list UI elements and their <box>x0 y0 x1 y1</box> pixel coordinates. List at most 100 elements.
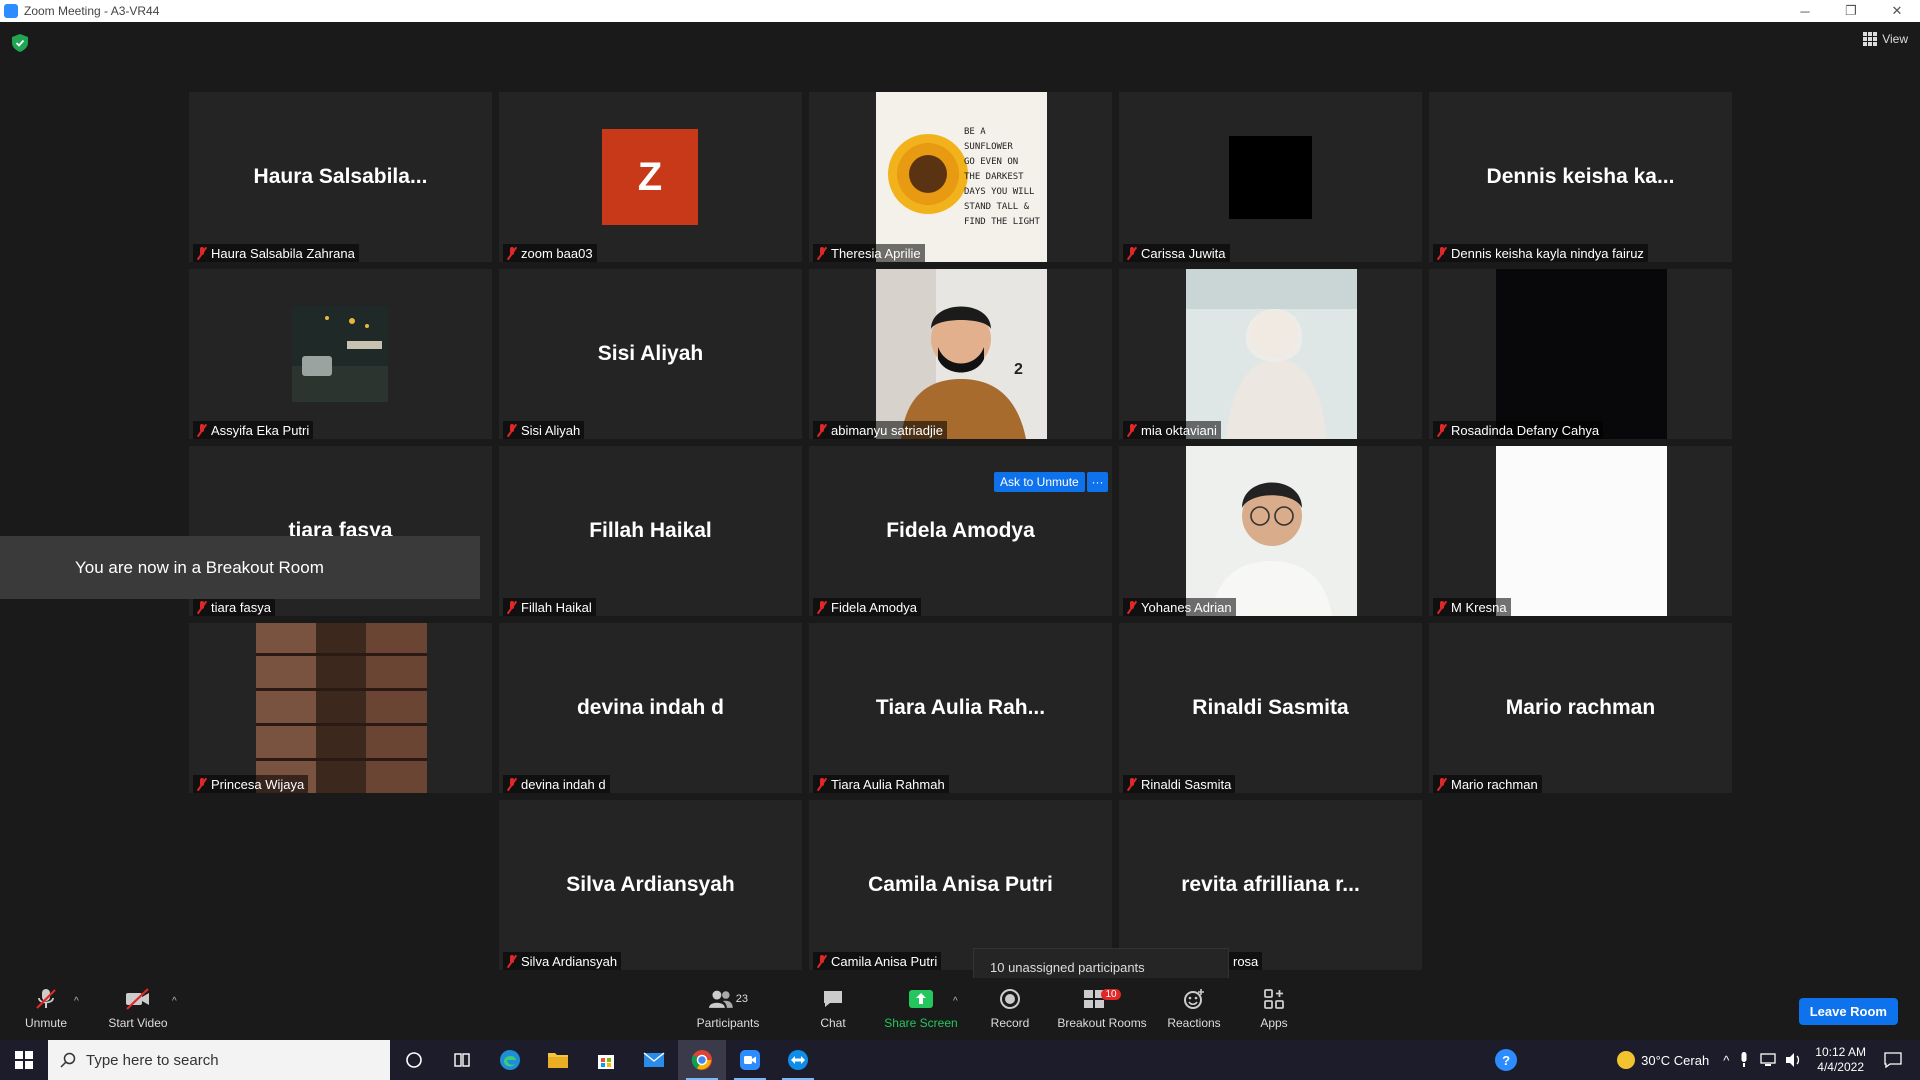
reactions-button[interactable]: Reactions <box>1164 978 1224 1040</box>
mic-muted-icon <box>507 777 517 791</box>
video-tile[interactable]: Assyifa Eka Putri <box>189 269 492 439</box>
taskbar-search-box[interactable]: Type here to search <box>48 1040 390 1080</box>
task-view-button[interactable] <box>438 1040 486 1080</box>
sunflower-quote-image: BE A SUNFLOWER GO EVEN ON THE DARKEST DA… <box>875 92 1047 262</box>
video-tile[interactable]: Fillah Haikal Fillah Haikal <box>499 446 802 616</box>
participant-name-label: devina indah d <box>503 775 610 793</box>
video-tile[interactable]: Princesa Wijaya <box>189 623 492 793</box>
video-tile[interactable]: Mario rachman Mario rachman <box>1429 623 1732 793</box>
participant-name-label: Theresia Aprilie <box>813 244 925 262</box>
close-button[interactable]: ✕ <box>1874 0 1920 22</box>
participants-button[interactable]: 23 Participants <box>690 978 766 1040</box>
apps-label: Apps <box>1260 1016 1288 1030</box>
file-explorer-button[interactable] <box>534 1040 582 1080</box>
chat-button[interactable]: Chat <box>806 978 860 1040</box>
weather-text[interactable]: 30°C Cerah <box>1641 1053 1709 1068</box>
participant-display-name: Rinaldi Sasmita <box>1192 696 1349 719</box>
participant-video <box>1185 446 1357 616</box>
apps-icon <box>1260 988 1288 1010</box>
speaker-volume-icon[interactable] <box>1785 1052 1803 1068</box>
breakout-rooms-badge: 10 <box>1101 988 1121 1000</box>
encryption-shield-icon[interactable] <box>12 34 28 52</box>
video-tile[interactable]: Yohanes Adrian <box>1119 446 1422 616</box>
video-tile[interactable]: Haura Salsabila... Haura Salsabila Zahra… <box>189 92 492 262</box>
restore-button[interactable]: ❐ <box>1828 0 1874 22</box>
street-photo-image <box>292 306 388 402</box>
network-icon[interactable] <box>1759 1052 1777 1068</box>
chat-bubble-icon <box>819 988 847 1010</box>
participants-count: 23 <box>735 993 748 1005</box>
video-tile[interactable]: mia oktaviani <box>1119 269 1422 439</box>
profile-image <box>1229 136 1312 219</box>
clock[interactable]: 10:12 AM 4/4/2022 <box>1815 1045 1866 1075</box>
view-button[interactable]: View <box>1863 32 1908 46</box>
video-off-icon <box>124 988 152 1010</box>
participant-name-label: Carissa Juwita <box>1123 244 1230 262</box>
svg-text:FIND THE LIGHT: FIND THE LIGHT <box>964 217 1040 227</box>
video-tile[interactable]: devina indah d devina indah d <box>499 623 802 793</box>
task-view-icon <box>454 1053 470 1067</box>
mic-muted-icon <box>507 246 517 260</box>
apps-button[interactable]: Apps <box>1252 978 1296 1040</box>
cortana-button[interactable] <box>390 1040 438 1080</box>
more-options-button[interactable]: ··· <box>1087 472 1108 492</box>
teamviewer-app-button[interactable] <box>774 1040 822 1080</box>
teamviewer-icon <box>788 1050 808 1070</box>
svg-text:STAND TALL &: STAND TALL & <box>964 202 1030 212</box>
video-options-caret-icon[interactable]: ^ <box>172 996 177 1007</box>
participant-name-label: Fidela Amodya <box>813 598 921 616</box>
share-screen-label: Share Screen <box>884 1016 958 1030</box>
video-tile[interactable]: M Kresna <box>1429 446 1732 616</box>
video-tile[interactable]: Rinaldi Sasmita Rinaldi Sasmita <box>1119 623 1422 793</box>
participant-name-label: Yohanes Adrian <box>1123 598 1236 616</box>
edge-app-button[interactable] <box>486 1040 534 1080</box>
store-app-button[interactable] <box>582 1040 630 1080</box>
notification-center-icon[interactable] <box>1884 1052 1902 1068</box>
record-button[interactable]: Record <box>982 978 1038 1040</box>
share-options-caret-icon[interactable]: ^ <box>953 996 958 1007</box>
mic-muted-icon <box>507 423 517 437</box>
participant-display-name: devina indah d <box>576 696 725 719</box>
svg-text:SUNFLOWER: SUNFLOWER <box>964 142 1013 152</box>
participant-name-label: tiara fasya <box>193 598 275 616</box>
video-tile[interactable]: 2 abimanyu satriadjie <box>809 269 1112 439</box>
video-tile[interactable]: Dennis keisha ka... Dennis keisha kayla … <box>1429 92 1732 262</box>
chrome-app-button[interactable] <box>678 1040 726 1080</box>
video-tile[interactable]: Camila Anisa Putri Camila Anisa Putri <box>809 800 1112 970</box>
participant-name-label: mia oktaviani <box>1123 421 1221 439</box>
participants-label: Participants <box>696 1016 760 1030</box>
minimize-button[interactable]: ─ <box>1782 0 1828 22</box>
participant-name-label: Rinaldi Sasmita <box>1123 775 1236 793</box>
zoom-app-button[interactable] <box>726 1040 774 1080</box>
microphone-icon[interactable] <box>1739 1052 1749 1068</box>
video-tile[interactable]: Rosadinda Defany Cahya <box>1429 269 1732 439</box>
breakout-rooms-button[interactable]: 10 Breakout Rooms <box>1056 978 1148 1040</box>
participant-display-name: revita afrilliana r... <box>1181 873 1360 896</box>
show-hidden-icons-chevron-icon[interactable]: ^ <box>1723 1053 1729 1068</box>
participant-name-label: Mario rachman <box>1433 775 1542 793</box>
leave-room-button[interactable]: Leave Room <box>1798 998 1898 1025</box>
clock-date: 4/4/2022 <box>1817 1060 1864 1074</box>
video-tile[interactable]: Carissa Juwita <box>1119 92 1422 262</box>
audio-options-caret-icon[interactable]: ^ <box>74 996 79 1007</box>
video-tile[interactable]: Sisi Aliyah Sisi Aliyah <box>499 269 802 439</box>
video-tile[interactable]: BE A SUNFLOWER GO EVEN ON THE DARKEST DA… <box>809 92 1112 262</box>
participant-display-name: Haura Salsabila... <box>253 165 428 188</box>
help-icon[interactable]: ? <box>1495 1049 1518 1071</box>
zoom-camera-icon <box>740 1050 760 1070</box>
ask-to-unmute-button[interactable]: Ask to Unmute <box>994 472 1085 492</box>
video-tile[interactable]: Silva Ardiansyah Silva Ardiansyah <box>499 800 802 970</box>
video-tile[interactable]: Tiara Aulia Rah... Tiara Aulia Rahmah <box>809 623 1112 793</box>
participant-video <box>1185 269 1357 439</box>
avatar: Z <box>602 129 698 225</box>
start-video-button[interactable]: Start Video <box>104 978 172 1040</box>
share-screen-button[interactable]: Share Screen <box>880 978 962 1040</box>
weather-icon[interactable] <box>1617 1051 1636 1069</box>
video-tile[interactable]: revita afrilliana r... rosa <box>1119 800 1422 970</box>
mail-app-button[interactable] <box>630 1040 678 1080</box>
video-tile[interactable]: Z zoom baa03 <box>499 92 802 262</box>
mic-muted-icon <box>1437 600 1447 614</box>
unmute-button[interactable]: Unmute <box>18 978 74 1040</box>
start-button[interactable] <box>0 1040 48 1080</box>
mic-muted-icon <box>197 777 207 791</box>
